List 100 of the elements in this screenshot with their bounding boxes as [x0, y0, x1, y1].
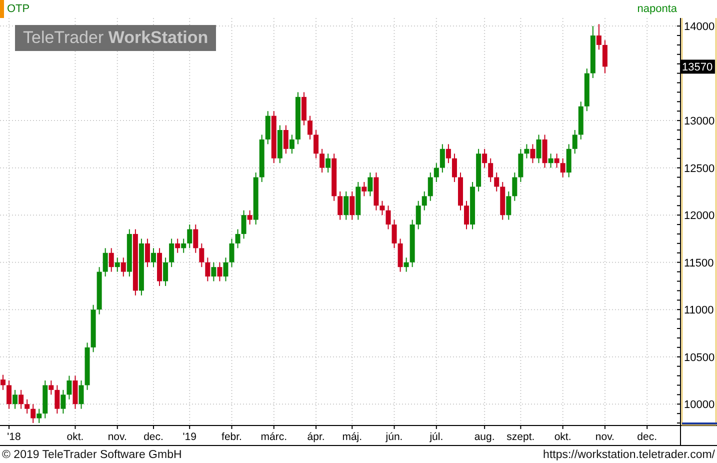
candlestick: [560, 158, 566, 178]
candlestick: [320, 148, 325, 174]
candlestick: [440, 144, 445, 174]
candlestick: [108, 248, 114, 272]
candlestick: [542, 134, 548, 168]
candlestick: [114, 257, 120, 272]
candlestick: [518, 148, 524, 182]
x-axis-label: nov.: [108, 431, 127, 443]
y-axis-label: 13000: [684, 116, 715, 128]
x-axis-label: okt.: [66, 431, 84, 443]
x-axis-label: jún.: [386, 431, 403, 443]
candlestick: [380, 200, 385, 216]
copyright-text: © 2019 TeleTrader Software GmbH: [2, 448, 182, 460]
candlestick: [446, 144, 451, 164]
x-axis-label: '19: [182, 431, 196, 443]
x-axis-label: szept.: [506, 431, 535, 443]
candlestick: [368, 172, 373, 197]
candlestick: [506, 190, 512, 220]
candlestick: [24, 398, 30, 414]
x-axis-label: márc.: [260, 431, 287, 443]
candlestick: [223, 257, 228, 282]
candlestick: [386, 205, 391, 230]
candlestick: [572, 130, 578, 154]
x-axis-label: '18: [7, 431, 21, 443]
website-link[interactable]: https://workstation.teletrader.com/: [543, 448, 715, 460]
candlestick: [326, 153, 331, 174]
candlestick: [193, 224, 198, 254]
candlestick: [596, 24, 602, 50]
candlestick: [78, 380, 84, 410]
candlestick: [392, 219, 397, 249]
candlestick: [241, 210, 246, 240]
candlestick: [536, 134, 542, 164]
candlestick: [175, 238, 180, 254]
candlestick: [199, 242, 204, 268]
x-axis-label: ápr.: [307, 431, 325, 443]
candlestick: [30, 404, 36, 424]
candlestick: [0, 374, 6, 390]
candlestick: [482, 148, 488, 168]
candlestick: [66, 375, 72, 400]
y-axis-label: 12500: [684, 162, 715, 175]
y-axis-label: 11500: [684, 257, 714, 270]
candlestick: [422, 190, 427, 211]
candlestick: [36, 408, 42, 424]
x-axis-label: nov.: [595, 431, 614, 443]
candlestick: [54, 384, 60, 414]
y-axis-label: 12000: [684, 210, 715, 222]
x-axis-label: dec.: [144, 431, 164, 443]
last-price-tag: 13570: [680, 60, 715, 74]
candlestick: [211, 262, 216, 282]
symbol-label: OTP: [7, 3, 30, 15]
candlestick: [18, 389, 24, 410]
candlestick: [308, 115, 313, 140]
candlestick: [344, 190, 349, 220]
logo: TeleTrader WorkStation: [15, 25, 216, 51]
x-axis-label: aug.: [474, 431, 495, 443]
candlestick: [265, 110, 270, 145]
candlestick: [205, 257, 210, 282]
candlestick: [72, 375, 78, 410]
candlestick: [12, 389, 18, 410]
candlestick: [416, 200, 421, 230]
candlestick: [434, 162, 439, 182]
candlestick: [602, 40, 608, 74]
candlestick: [48, 380, 54, 396]
candlestick: [350, 190, 355, 220]
candlestick: [235, 228, 240, 249]
candlestick: [187, 224, 192, 249]
x-axis-label: okt.: [554, 431, 572, 443]
y-axis-label: 10000: [684, 399, 715, 412]
candlestick: [566, 144, 572, 178]
y-axis-label: 11000: [684, 304, 714, 317]
x-axis-label: febr.: [222, 431, 242, 443]
y-axis-label: 10500: [684, 352, 715, 364]
candlestick: [398, 238, 403, 272]
candlestick: [6, 380, 12, 410]
x-axis-label: dec.: [637, 431, 658, 443]
candlestick: [150, 248, 156, 268]
candlestick: [247, 210, 252, 226]
candlestick: [404, 257, 409, 272]
candlestick: [163, 257, 168, 286]
y-axis-label: 14000: [684, 21, 715, 34]
candlestick: [314, 130, 319, 159]
candlestick: [428, 172, 433, 202]
candlestick: [102, 248, 108, 278]
x-axis-label: máj.: [342, 431, 362, 443]
candlestick: [524, 144, 530, 159]
candlestick: [548, 153, 554, 168]
candlestick: [338, 190, 343, 220]
candlestick: [301, 92, 306, 126]
candlestick: [512, 172, 518, 202]
candlestick: [120, 257, 126, 278]
candlestick: [217, 262, 222, 282]
candlestick: [181, 238, 186, 254]
candlestick: [554, 153, 560, 168]
candlestick: [289, 134, 294, 154]
candlestick: [464, 200, 470, 230]
candlestick: [169, 238, 174, 268]
candlestick: [60, 389, 66, 414]
candlestick: [494, 172, 500, 192]
candlestick: [452, 153, 457, 182]
x-axis-label: júl.: [430, 431, 444, 443]
